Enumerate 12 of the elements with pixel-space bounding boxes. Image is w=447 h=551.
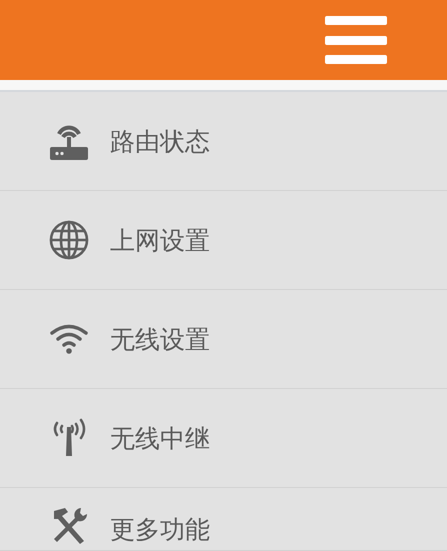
- menu-item[interactable]: 上网设置: [0, 191, 447, 290]
- globe-icon: [48, 219, 90, 261]
- menu-item-label: 上网设置: [110, 224, 210, 256]
- menu-item-label: 无线中继: [110, 422, 210, 454]
- menu-item[interactable]: 无线设置: [0, 290, 447, 389]
- menu-item-label: 无线设置: [110, 324, 210, 356]
- menu-item-label: 更多功能: [110, 514, 210, 546]
- menu-item[interactable]: 更多功能: [0, 488, 447, 551]
- menu-item[interactable]: 无线中继: [0, 389, 447, 488]
- menu-item[interactable]: 路由状态: [0, 92, 447, 191]
- menu-item-label: 路由状态: [110, 126, 210, 158]
- menu-button[interactable]: [325, 14, 387, 66]
